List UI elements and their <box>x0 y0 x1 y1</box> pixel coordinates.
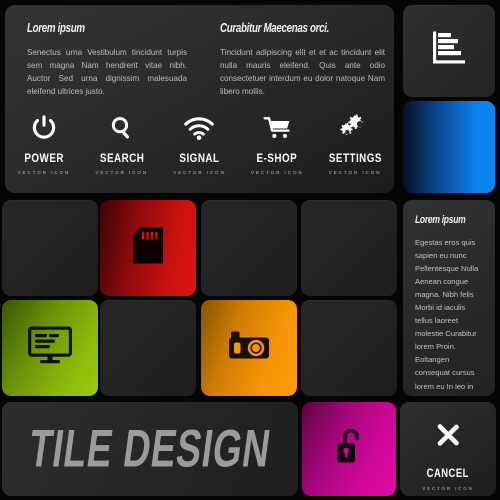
sidebar-title: Lorem ipsum <box>415 214 466 226</box>
unlocked-padlock-icon <box>334 428 364 471</box>
cancel-sublabel: VECTOR ICON <box>422 486 474 491</box>
grid-tile-monitor[interactable] <box>2 300 98 396</box>
icon-sublabel: VECTOR ICON <box>250 170 304 175</box>
tile-design-page: Lorem ipsum Senectus urna Vestibulum tin… <box>0 0 500 500</box>
header-right-title: Curabitur Maecenas orci. <box>220 21 330 35</box>
sidebar-body: Egestas eros quis sapien eu nunc Pellent… <box>415 238 479 396</box>
brand-tile: TILE DESIGN <box>2 402 298 496</box>
icon-item-signal[interactable]: SIGNAL VECTOR ICON <box>161 111 239 175</box>
lock-tile[interactable] <box>302 402 396 496</box>
icon-item-search[interactable]: SEARCH VECTOR ICON <box>83 111 161 175</box>
wifi-icon <box>184 111 215 145</box>
grid-tile-empty[interactable] <box>201 200 297 296</box>
grid-tile-sd-card[interactable] <box>100 200 196 296</box>
header-left-body: Senectus urna Vestibulum tincidunt turpi… <box>27 48 187 97</box>
icon-item-eshop[interactable]: E-SHOP VECTOR ICON <box>238 111 316 175</box>
close-x-icon <box>433 420 463 455</box>
icon-label: SEARCH <box>99 151 144 165</box>
icon-item-power[interactable]: POWER VECTOR ICON <box>5 111 83 175</box>
blue-tile[interactable] <box>403 101 495 193</box>
icon-sublabel: VECTOR ICON <box>328 170 382 175</box>
bar-chart-icon <box>429 30 469 73</box>
grid-tile-camera[interactable] <box>201 300 297 396</box>
header-column-left: Lorem ipsum Senectus urna Vestibulum tin… <box>27 21 187 98</box>
sd-card-icon <box>133 227 163 269</box>
grid-tile-empty[interactable] <box>301 300 397 396</box>
icon-sublabel: VECTOR ICON <box>17 170 71 175</box>
chart-tile[interactable] <box>403 5 495 97</box>
header-column-right: Curabitur Maecenas orci. Tincidunt adipi… <box>220 21 385 98</box>
monitor-icon <box>28 326 72 370</box>
header-panel: Lorem ipsum Senectus urna Vestibulum tin… <box>5 5 394 193</box>
search-icon <box>109 111 135 145</box>
cancel-tile[interactable]: CANCEL VECTOR ICON <box>400 402 496 496</box>
sidebar-text-tile: Lorem ipsum Egestas eros quis sapien eu … <box>403 200 495 396</box>
icon-strip: POWER VECTOR ICON SEARCH VECTOR ICON SIG… <box>5 111 394 175</box>
header-right-body: Tincidunt adipiscing elit et et ac tinci… <box>220 48 385 97</box>
grid-tile-empty[interactable] <box>301 200 397 296</box>
icon-label: SIGNAL <box>179 151 220 165</box>
brand-title: TILE DESIGN <box>25 419 275 479</box>
icon-label: POWER <box>24 151 64 165</box>
cart-icon <box>262 111 292 145</box>
icon-label: E-SHOP <box>256 151 298 165</box>
icon-sublabel: VECTOR ICON <box>95 170 149 175</box>
icon-item-settings[interactable]: SETTINGS VECTOR ICON <box>316 111 394 175</box>
camera-icon <box>227 330 271 367</box>
header-left-title: Lorem ipsum <box>27 21 85 35</box>
power-icon <box>30 111 58 145</box>
grid-tile-empty[interactable] <box>2 200 98 296</box>
icon-sublabel: VECTOR ICON <box>173 170 226 175</box>
cancel-label: CANCEL <box>426 468 470 480</box>
grid-tile-empty[interactable] <box>100 300 196 396</box>
icon-label: SETTINGS <box>328 151 382 165</box>
gears-icon <box>340 111 370 145</box>
